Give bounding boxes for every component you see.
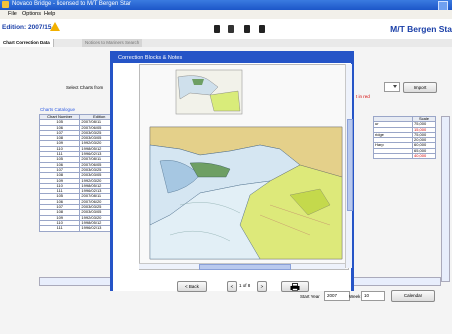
warning-icon[interactable] <box>50 22 60 31</box>
document-print-icon[interactable] <box>259 25 265 33</box>
chart-preview-viewport <box>139 64 349 270</box>
app-icon <box>2 1 9 8</box>
chart-title-cell <box>373 153 413 160</box>
dialog-horizontal-thumb[interactable] <box>199 264 291 270</box>
tab-bar: Chart Correction Data Notices to Mariner… <box>0 39 452 47</box>
dialog-title: Correction Blocks & Notes <box>113 54 351 63</box>
source-select[interactable] <box>384 82 400 92</box>
edition-label: Edition: 2007/15 <box>2 24 52 31</box>
start-year-label: Start Year <box>300 294 320 299</box>
chart-scale-table: Scale ur 75,000 15,000 ridge 75,000 20,000 Har… <box>373 115 436 160</box>
printer-icon <box>290 282 300 291</box>
dialog-vertical-thumb[interactable] <box>347 119 353 211</box>
week-value: 10 <box>364 293 370 298</box>
start-year-value: 2007 <box>327 293 338 298</box>
charts-catalogue-table: Chart Number Edition 105 2007/08/11 106 200… <box>38 113 119 232</box>
next-page-button[interactable]: > <box>257 281 267 292</box>
tab-notices-search[interactable]: Notices to Mariners Search <box>82 39 143 47</box>
document-save-icon[interactable] <box>244 25 250 33</box>
ship-name: M/T Bergen Sta <box>390 24 452 34</box>
menu-file[interactable]: File <box>8 11 17 17</box>
table-row[interactable]: 40,000 <box>373 153 436 160</box>
table-vertical-scrollbar[interactable] <box>441 116 450 282</box>
tab-chart-correction-data[interactable]: Chart Correction Data <box>0 39 54 47</box>
import-button[interactable]: Import <box>403 82 437 93</box>
menu-help[interactable]: Help <box>44 11 55 17</box>
window-titlebar: Novaco Bridge - licensed to M/T Bergen S… <box>0 0 452 11</box>
dialog-horizontal-scrollbar[interactable] <box>139 263 345 270</box>
document-edit-icon[interactable] <box>228 25 234 33</box>
prev-page-button[interactable]: < <box>227 281 237 292</box>
scale-cell: 40,000 <box>412 153 436 160</box>
table-row[interactable]: 111 1996/02/13 <box>38 225 119 232</box>
document-icon[interactable] <box>214 25 220 33</box>
page-indicator: 1 of 8 <box>239 283 251 288</box>
start-year-select[interactable]: 2007 <box>324 291 350 301</box>
back-button[interactable]: < Back <box>177 281 207 292</box>
dialog-vertical-scrollbar[interactable] <box>345 64 353 268</box>
calendar-button[interactable]: Calendar <box>391 290 435 302</box>
chart-preview-image <box>149 69 343 260</box>
week-label: Week <box>349 294 361 299</box>
window-title: Novaco Bridge - licensed to M/T Bergen S… <box>12 1 131 7</box>
in-red-note: t in red <box>356 94 370 99</box>
chart-number-cell: 111 <box>38 225 81 232</box>
catalogue-title: Charts Catalogue <box>40 107 76 112</box>
correction-blocks-dialog: Correction Blocks & Notes < Back < 1 of … <box>110 51 354 292</box>
toolbar: Edition: 2007/15 M/T Bergen Sta <box>0 19 452 40</box>
menu-options[interactable]: Options <box>22 11 41 17</box>
print-button[interactable] <box>281 281 309 292</box>
dialog-body: < Back < 1 of 8 > <box>113 63 353 292</box>
select-charts-label: Select Charts from <box>66 85 104 90</box>
week-select[interactable]: 10 <box>361 291 385 301</box>
